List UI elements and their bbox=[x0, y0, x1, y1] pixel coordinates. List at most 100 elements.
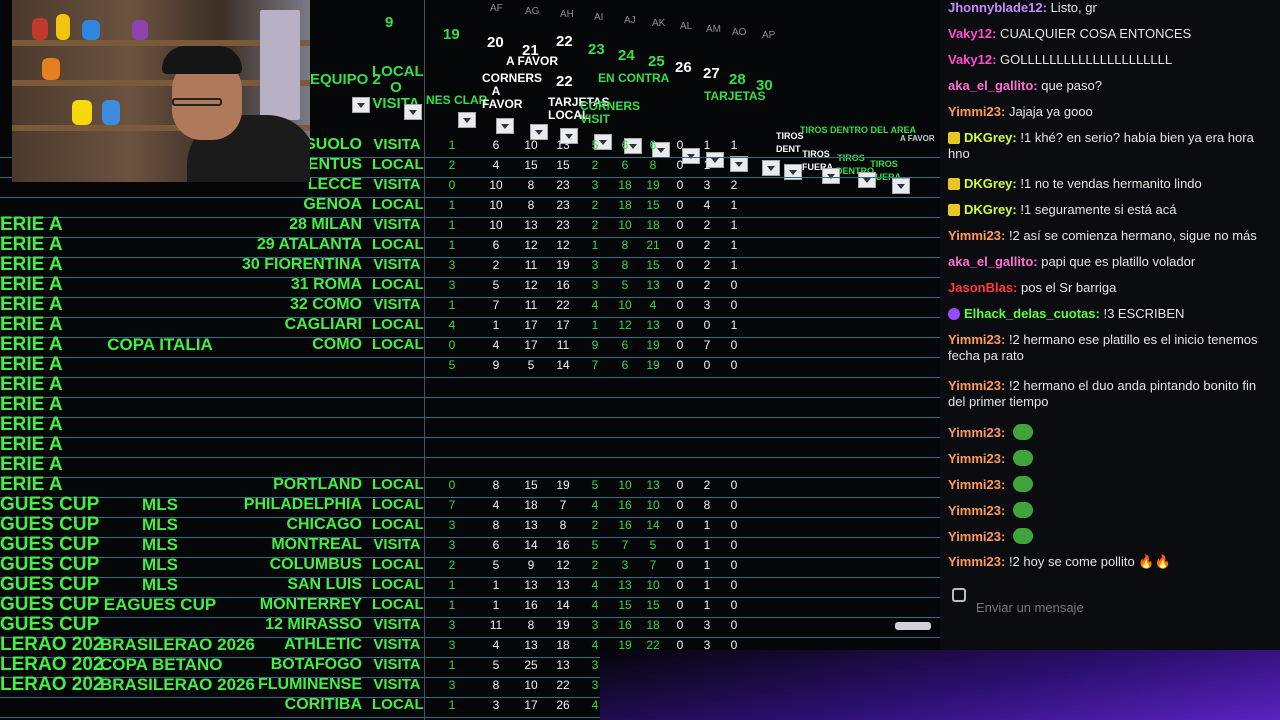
cell-team[interactable]: CORITIBA bbox=[222, 693, 362, 717]
header-team-col: EQUIPO 2 bbox=[310, 71, 381, 88]
chat-username[interactable]: aka_el_gallito: bbox=[948, 254, 1038, 269]
chat-settings-icon[interactable] bbox=[952, 588, 966, 602]
chat-username[interactable]: Vaky12: bbox=[948, 52, 996, 67]
column-letter[interactable]: AH bbox=[560, 9, 574, 20]
chat-message: Yimmi23: bbox=[948, 450, 1268, 467]
chat-username[interactable]: DKGrey: bbox=[964, 202, 1017, 217]
column-letter[interactable]: AJ bbox=[624, 15, 636, 26]
chat-text: pos el Sr barriga bbox=[1017, 280, 1117, 295]
chat-username[interactable]: Yimmi23: bbox=[948, 477, 1005, 492]
chat-username[interactable]: Yimmi23: bbox=[948, 332, 1005, 347]
figure-toy bbox=[82, 20, 100, 40]
chat-text: !1 no te vendas hermanito lindo bbox=[1016, 176, 1202, 191]
chat-username[interactable]: JasonBlas: bbox=[948, 280, 1017, 295]
chat-message: Yimmi23: bbox=[948, 424, 1268, 441]
chat-message: Yimmi23: bbox=[948, 502, 1268, 519]
filter-dropdown-local-visita[interactable] bbox=[404, 104, 422, 120]
header-9: 9 bbox=[385, 14, 394, 31]
chat-username[interactable]: Yimmi23: bbox=[948, 529, 1005, 544]
chat-message: DKGrey: !1 khé? en serio? había bien ya … bbox=[948, 130, 1268, 162]
chat-text bbox=[1005, 529, 1009, 544]
filter-dropdown-team[interactable] bbox=[352, 97, 370, 113]
chat-text bbox=[1005, 477, 1009, 492]
chat-panel: Jhonnyblade12: Listo, gr Vaky12: CUALQUIE… bbox=[940, 0, 1280, 720]
chat-username[interactable]: DKGrey: bbox=[964, 130, 1017, 145]
header-corners-favor: CORNERS A FAVOR bbox=[482, 71, 543, 111]
chat-message: aka_el_gallito: que paso? bbox=[948, 78, 1268, 94]
frog-emote-icon bbox=[1012, 528, 1033, 544]
header-tarjetas-local: TARJETAS LOCAL bbox=[548, 95, 610, 122]
column-letter[interactable]: AI bbox=[594, 12, 603, 23]
chat-message: Yimmi23: Jajaja ya gooo bbox=[948, 104, 1268, 120]
frog-emote-icon bbox=[1012, 424, 1033, 440]
chat-username[interactable]: Yimmi23: bbox=[948, 503, 1005, 518]
chat-username[interactable]: Yimmi23: bbox=[948, 554, 1005, 569]
header-a-favor: A FAVOR bbox=[506, 54, 559, 68]
chat-message: Yimmi23: bbox=[948, 528, 1268, 545]
chat-username[interactable]: Yimmi23: bbox=[948, 425, 1005, 440]
header-28: 28 bbox=[729, 71, 746, 88]
figure-toy bbox=[42, 58, 60, 80]
cell-local-visita[interactable]: LOCAL bbox=[372, 693, 424, 717]
header-tarjetas: TARJETAS bbox=[704, 89, 766, 103]
cell-stat[interactable]: 17 bbox=[519, 693, 543, 717]
header-27: 27 bbox=[703, 65, 720, 82]
chat-message: Yimmi23: !2 hoy se come pollito 🔥🔥 bbox=[948, 554, 1268, 570]
filter-dropdown-clean[interactable] bbox=[458, 112, 476, 128]
header-corners-visit: CORNERS VISIT bbox=[580, 99, 641, 126]
chat-text bbox=[1005, 425, 1009, 440]
cell-stat[interactable]: 1 bbox=[440, 693, 464, 717]
sub-badge-icon bbox=[948, 132, 960, 144]
figure-toy bbox=[132, 20, 148, 40]
chat-message: DKGrey: !1 no te vendas hermanito lindo bbox=[948, 176, 1268, 192]
column-letter[interactable]: AK bbox=[652, 18, 665, 29]
column-letter[interactable]: AM bbox=[706, 24, 721, 35]
sub-badge-icon bbox=[948, 204, 960, 216]
cell-competition[interactable] bbox=[100, 693, 220, 717]
frog-emote-icon bbox=[1012, 502, 1033, 518]
header-24: 24 bbox=[618, 47, 635, 64]
background-gradient bbox=[600, 650, 1280, 720]
filter-dropdown-corners-favor[interactable] bbox=[496, 118, 514, 134]
chat-username[interactable]: Yimmi23: bbox=[948, 451, 1005, 466]
chat-text bbox=[1005, 451, 1009, 466]
chat-username[interactable]: DKGrey: bbox=[964, 176, 1017, 191]
header-25: 25 bbox=[648, 53, 665, 70]
header-22b: 22 bbox=[556, 73, 573, 90]
column-letter[interactable]: AP bbox=[762, 30, 775, 41]
header-en-contra: EN CONTRA bbox=[598, 71, 670, 85]
chat-message: Vaky12: CUALQUIER COSA ENTONCES bbox=[948, 26, 1268, 42]
horizontal-scrollbar[interactable] bbox=[895, 622, 931, 630]
chat-username[interactable]: Yimmi23: bbox=[948, 228, 1005, 243]
chat-text: que paso? bbox=[1037, 78, 1102, 93]
chat-text: CUALQUIER COSA ENTONCES bbox=[996, 26, 1192, 41]
chat-text: Listo, gr bbox=[1046, 0, 1097, 15]
column-letter[interactable]: AL bbox=[680, 21, 692, 32]
cell-stat[interactable]: 26 bbox=[551, 693, 575, 717]
sub-badge-icon bbox=[948, 178, 960, 190]
chat-username[interactable]: aka_el_gallito: bbox=[948, 78, 1038, 93]
chat-username[interactable]: Yimmi23: bbox=[948, 378, 1005, 393]
chat-username[interactable]: Vaky12: bbox=[948, 26, 996, 41]
chat-message: Yimmi23: !2 así se comienza hermano, sig… bbox=[948, 228, 1268, 244]
stream-frame: AF AG AH AI AJ AK AL AM AO AP 9 19 EQUIPO 2 LOCAL… bbox=[0, 0, 1280, 720]
chat-username[interactable]: Elhack_delas_cuotas: bbox=[964, 306, 1100, 321]
cell-league[interactable] bbox=[0, 693, 100, 717]
figure-toy bbox=[102, 100, 120, 125]
cell-stat[interactable]: 3 bbox=[484, 693, 508, 717]
chat-text: !2 así se comienza hermano, sigue no más bbox=[1005, 228, 1257, 243]
chat-username[interactable]: Jhonnyblade12: bbox=[948, 0, 1047, 15]
chat-message: Vaky12: GOLLLLLLLLLLLLLLLLLLLLL bbox=[948, 52, 1268, 68]
header-23: 23 bbox=[588, 41, 605, 58]
chat-username[interactable]: Yimmi23: bbox=[948, 104, 1005, 119]
column-letter[interactable]: AG bbox=[525, 6, 539, 17]
frog-emote-icon bbox=[1012, 476, 1033, 492]
column-letter[interactable]: AF bbox=[490, 3, 503, 14]
column-letter[interactable]: AO bbox=[732, 27, 746, 38]
chat-message: aka_el_gallito: papi que es platillo vol… bbox=[948, 254, 1268, 270]
webcam-overlay bbox=[12, 0, 310, 182]
chat-text: !3 ESCRIBEN bbox=[1099, 306, 1185, 321]
chat-message: JasonBlas: pos el Sr barriga bbox=[948, 280, 1268, 296]
chat-text: !1 seguramente si está acá bbox=[1016, 202, 1177, 217]
chat-input[interactable]: Enviar un mensaje bbox=[976, 590, 1280, 626]
